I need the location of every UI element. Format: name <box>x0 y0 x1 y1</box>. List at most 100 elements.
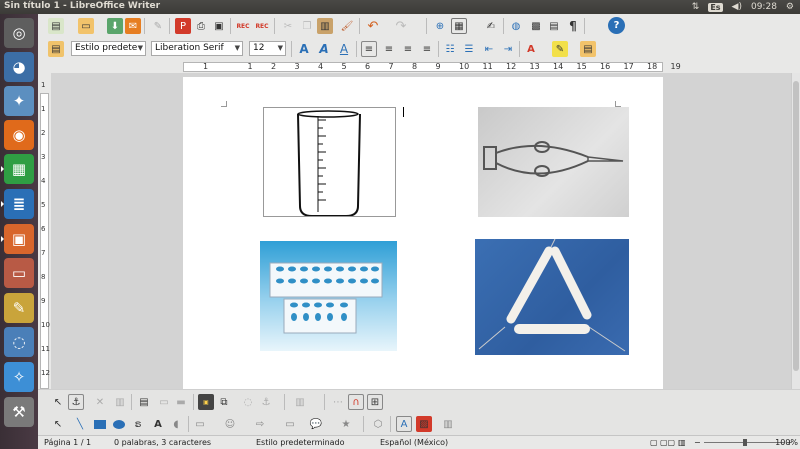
email-icon[interactable]: ✉ <box>125 18 141 34</box>
clone-format-icon[interactable]: 🖌 <box>339 18 355 34</box>
horizontal-ruler[interactable]: 1 1 2 3 4 5 6 7 8 9 10 11 12 13 14 15 16 17 18 19 <box>38 61 800 73</box>
background-color-icon[interactable]: ▤ <box>580 41 596 57</box>
magnet-icon[interactable]: ∩ <box>348 394 364 410</box>
new-document-icon[interactable]: ▤ <box>48 18 64 34</box>
insert-picture-icon[interactable]: ▨ <box>416 416 432 432</box>
fontwork-icon[interactable]: A <box>396 416 412 432</box>
page-style[interactable]: Estilo predeterminado <box>256 438 345 447</box>
word-count[interactable]: 0 palabras, 3 caracteres <box>114 438 211 447</box>
cut-icon[interactable]: ✂ <box>280 18 296 34</box>
select-pointer-icon[interactable]: ↖ <box>50 394 66 410</box>
bullets-icon[interactable]: ☰ <box>461 41 477 57</box>
scrollbar-thumb[interactable] <box>793 81 799 371</box>
points-icon[interactable]: ⬡ <box>370 416 386 432</box>
align-right-icon[interactable]: ≡ <box>400 41 416 57</box>
align-left-icon[interactable]: ≡ <box>361 41 377 57</box>
launcher-archive-manager[interactable]: ▭ <box>4 258 34 288</box>
wrap-on-icon[interactable]: ▥ <box>112 394 128 410</box>
launcher-libreoffice-calc[interactable]: ▦ <box>4 154 34 184</box>
select-icon[interactable]: ↖ <box>50 416 66 432</box>
rectangle-tool-icon[interactable] <box>92 416 108 432</box>
print-preview-icon[interactable]: ▣ <box>211 18 227 34</box>
line-tool-icon[interactable]: ╲ <box>72 416 88 432</box>
multi-page-view-icon[interactable]: ▢▢ <box>660 438 675 447</box>
launcher-libreoffice-impress[interactable]: ▣ <box>4 224 34 254</box>
callouts-icon[interactable]: 💬 <box>308 416 324 432</box>
launcher-tools-app[interactable]: ⚒ <box>4 397 34 427</box>
single-page-view-icon[interactable]: ▢ <box>650 438 658 447</box>
italic-icon[interactable]: A <box>316 41 332 57</box>
text-tool-icon[interactable]: A <box>150 416 166 432</box>
bold-icon[interactable]: A <box>296 41 312 57</box>
clay-triangle-image[interactable] <box>475 239 629 355</box>
launcher-pencil-app[interactable]: ✎ <box>4 293 34 323</box>
styles-icon[interactable]: ▤ <box>48 41 64 57</box>
grid-icon[interactable]: ⋯ <box>330 394 346 410</box>
text-language[interactable]: Español (México) <box>380 438 448 447</box>
transfer-arrows-icon[interactable]: ⇅ <box>692 2 700 12</box>
numbering-icon[interactable]: ☷ <box>442 41 458 57</box>
launcher-compass[interactable]: ✦ <box>4 86 34 116</box>
basic-shapes-icon[interactable]: ▭ <box>192 416 208 432</box>
speaker-icon[interactable]: ◀) <box>732 2 742 12</box>
open-folder-icon[interactable]: ▭ <box>78 18 94 34</box>
ellipse-tool-icon[interactable] <box>111 416 127 432</box>
crucible-tongs-image[interactable] <box>478 107 629 217</box>
page-indicator[interactable]: Página 1 / 1 <box>44 438 91 447</box>
copy-icon[interactable]: ❐ <box>299 18 315 34</box>
document-canvas[interactable] <box>51 73 791 389</box>
freeform-tool-icon[interactable]: ຣ <box>130 416 146 432</box>
borders-icon[interactable]: ▭ <box>156 394 172 410</box>
launcher-inkscape[interactable]: ✧ <box>4 362 34 392</box>
beaker-image[interactable] <box>263 107 396 217</box>
vertical-scrollbar[interactable] <box>791 73 800 389</box>
clock[interactable]: 09:28 <box>751 2 777 12</box>
help-icon[interactable]: ? <box>608 17 625 34</box>
font-size-select[interactable]: 12 ▼ <box>249 41 286 56</box>
launcher-firefox[interactable]: ◉ <box>4 120 34 150</box>
data-sources-icon[interactable]: ▤ <box>546 18 562 34</box>
launcher-gimp[interactable]: ◕ <box>4 52 34 82</box>
block-arrows-icon[interactable]: ⇨ <box>252 416 268 432</box>
formatting-marks-icon[interactable]: ¶ <box>565 18 581 34</box>
document-page[interactable] <box>183 77 663 389</box>
zoom-slider-handle[interactable] <box>743 439 747 446</box>
stars-icon[interactable]: ★ <box>338 416 354 432</box>
print-icon[interactable]: ⎙ <box>193 18 209 34</box>
navigator-icon[interactable]: ◍ <box>508 18 524 34</box>
underline-icon[interactable]: A <box>336 41 352 57</box>
zoom-out-icon[interactable]: − <box>694 438 701 447</box>
align-objects-icon[interactable]: ▥ <box>292 394 308 410</box>
borders-style-icon[interactable]: ▬ <box>173 394 189 410</box>
decrease-indent-icon[interactable]: ⇤ <box>481 41 497 57</box>
wrap-off-icon[interactable]: ✕ <box>92 394 108 410</box>
paragraph-style-select[interactable]: Estilo predete ▼ <box>71 41 146 56</box>
snap-grid-icon[interactable]: ⊞ <box>367 394 383 410</box>
keyboard-layout-indicator[interactable]: Es <box>708 2 723 12</box>
autospellcheck-icon[interactable]: REC <box>254 18 270 34</box>
zoom-level[interactable]: 100% <box>775 438 798 447</box>
anchor-change-icon[interactable]: ⚓ <box>258 394 274 410</box>
launcher-libreoffice-writer[interactable]: ≣ <box>4 189 34 219</box>
gallery-icon[interactable]: ▩ <box>528 18 544 34</box>
increase-indent-icon[interactable]: ⇥ <box>500 41 516 57</box>
launcher-ubuntu-dash[interactable]: ◎ <box>4 18 34 48</box>
save-icon[interactable]: ⬇ <box>107 18 123 34</box>
extrusion-icon[interactable]: ▥ <box>440 416 456 432</box>
highlight-icon[interactable]: ✎ <box>552 41 568 57</box>
book-view-icon[interactable]: ▥ <box>678 438 686 447</box>
launcher-network-app[interactable]: ◌ <box>4 327 34 357</box>
redo-icon[interactable]: ↷ <box>393 18 409 34</box>
crop-icon[interactable]: ⧉ <box>216 394 232 410</box>
justify-icon[interactable]: ≡ <box>419 41 435 57</box>
test-tube-rack-image[interactable] <box>260 241 397 351</box>
vertical-ruler[interactable]: 1 1 2 3 4 5 6 7 8 9 10 11 12 <box>38 73 51 389</box>
anchor-icon[interactable]: ⚓ <box>68 394 84 410</box>
insert-image-icon[interactable]: ▣ <box>198 394 214 410</box>
frame-properties-icon[interactable]: ▤ <box>136 394 152 410</box>
hyperlink-icon[interactable]: ⊕ <box>432 18 448 34</box>
callout-tool-icon[interactable]: ◖ <box>168 416 184 432</box>
font-name-select[interactable]: Liberation Serif ▼ <box>151 41 243 56</box>
symbol-shapes-icon[interactable]: ☺ <box>222 416 238 432</box>
undo-icon[interactable]: ↶ <box>365 18 381 34</box>
